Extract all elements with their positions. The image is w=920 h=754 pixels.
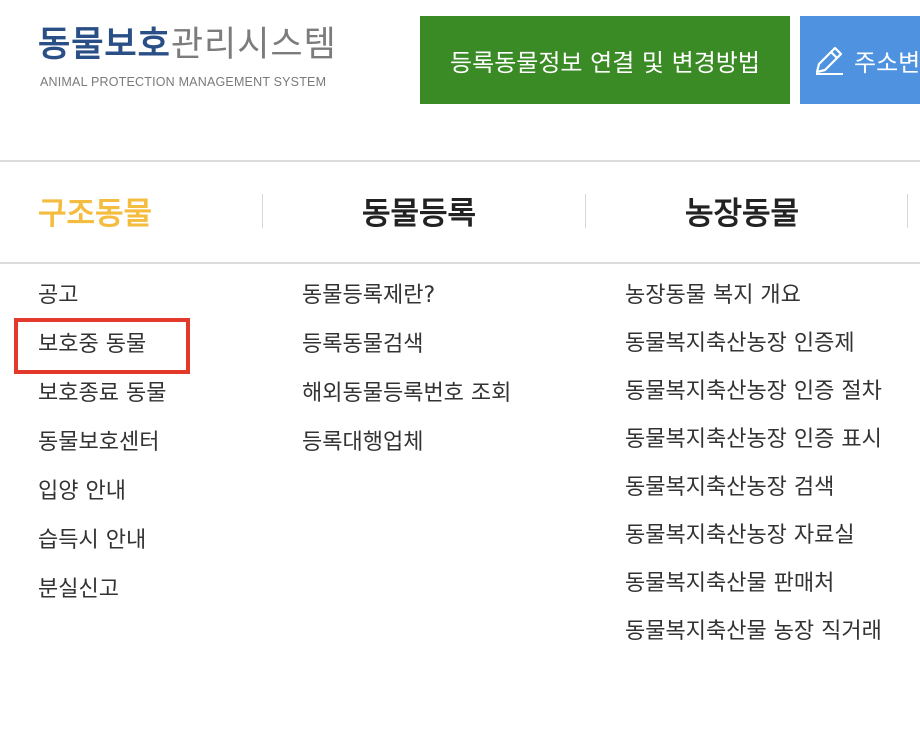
- nav-top-divider: [0, 160, 920, 162]
- logo-subtitle: ANIMAL PROTECTION MANAGEMENT SYSTEM: [40, 75, 327, 89]
- menu-item-farm-search[interactable]: 동물복지축산농장 검색: [625, 474, 885, 502]
- menu-item-farm-welfare-overview[interactable]: 농장동물 복지 개요: [625, 282, 885, 310]
- menu-item-farm-certification-mark[interactable]: 동물복지축산농장 인증 표시: [625, 426, 885, 454]
- menu-item-farm-certification-process[interactable]: 동물복지축산농장 인증 절차: [625, 378, 885, 406]
- menu-item-registration-about[interactable]: 동물등록제란?: [302, 282, 572, 310]
- logo-title-main: 동물보호: [38, 25, 171, 65]
- menu-item-registration-agents[interactable]: 등록대행업체: [302, 429, 572, 457]
- menu-item-farm-certification[interactable]: 동물복지축산농장 인증제: [625, 330, 885, 358]
- menu-item-protection-center[interactable]: 동물보호센터: [38, 429, 258, 457]
- tab-separator: [907, 194, 908, 228]
- menu-item-registered-search[interactable]: 등록동물검색: [302, 331, 572, 359]
- menu-item-farm-archive[interactable]: 동물복지축산농장 자료실: [625, 522, 885, 550]
- menu-item-notice[interactable]: 공고: [38, 282, 258, 310]
- menu-item-farm-direct-trade[interactable]: 동물복지축산물 농장 직거래: [625, 618, 885, 646]
- menu-item-protection-ended[interactable]: 보호종료 동물: [38, 380, 258, 408]
- logo-title-sub: 관리시스템: [170, 25, 337, 65]
- menu-item-adoption-guide[interactable]: 입양 안내: [38, 478, 258, 506]
- register-info-link-button[interactable]: 등록동물정보 연결 및 변경방법: [420, 16, 790, 104]
- rescue-menu-list: 공고 보호중 동물 보호종료 동물 동물보호센터 입양 안내 습득시 안내 분실…: [38, 282, 258, 625]
- menu-item-found-guide[interactable]: 습득시 안내: [38, 527, 258, 555]
- menu-item-farm-product-sellers[interactable]: 동물복지축산물 판매처: [625, 570, 885, 598]
- tab-separator: [262, 194, 263, 228]
- menu-item-lost-report[interactable]: 분실신고: [38, 576, 258, 604]
- pencil-icon: [815, 46, 843, 75]
- farm-menu-list: 농장동물 복지 개요 동물복지축산농장 인증제 동물복지축산농장 인증 절차 동…: [625, 282, 885, 666]
- registration-menu-list: 동물등록제란? 등록동물검색 해외동물등록번호 조회 등록대행업체: [302, 282, 572, 478]
- menu-item-overseas-number-lookup[interactable]: 해외동물등록번호 조회: [302, 380, 572, 408]
- tab-animal-registration[interactable]: 동물등록: [362, 188, 476, 233]
- nav-bottom-divider: [0, 262, 920, 264]
- tab-rescue-animals[interactable]: 구조동물: [38, 188, 152, 233]
- logo-title: 동물보호관리시스템: [38, 22, 337, 68]
- tab-separator: [585, 194, 586, 228]
- address-change-label: 주소변: [854, 48, 920, 77]
- menu-item-animals-in-protection[interactable]: 보호중 동물: [38, 331, 258, 359]
- address-change-button[interactable]: 주소변: [800, 16, 920, 104]
- tab-farm-animals[interactable]: 농장동물: [685, 188, 799, 233]
- site-logo[interactable]: 동물보호관리시스템 ANIMAL PROTECTION MANAGEMENT S…: [38, 22, 398, 102]
